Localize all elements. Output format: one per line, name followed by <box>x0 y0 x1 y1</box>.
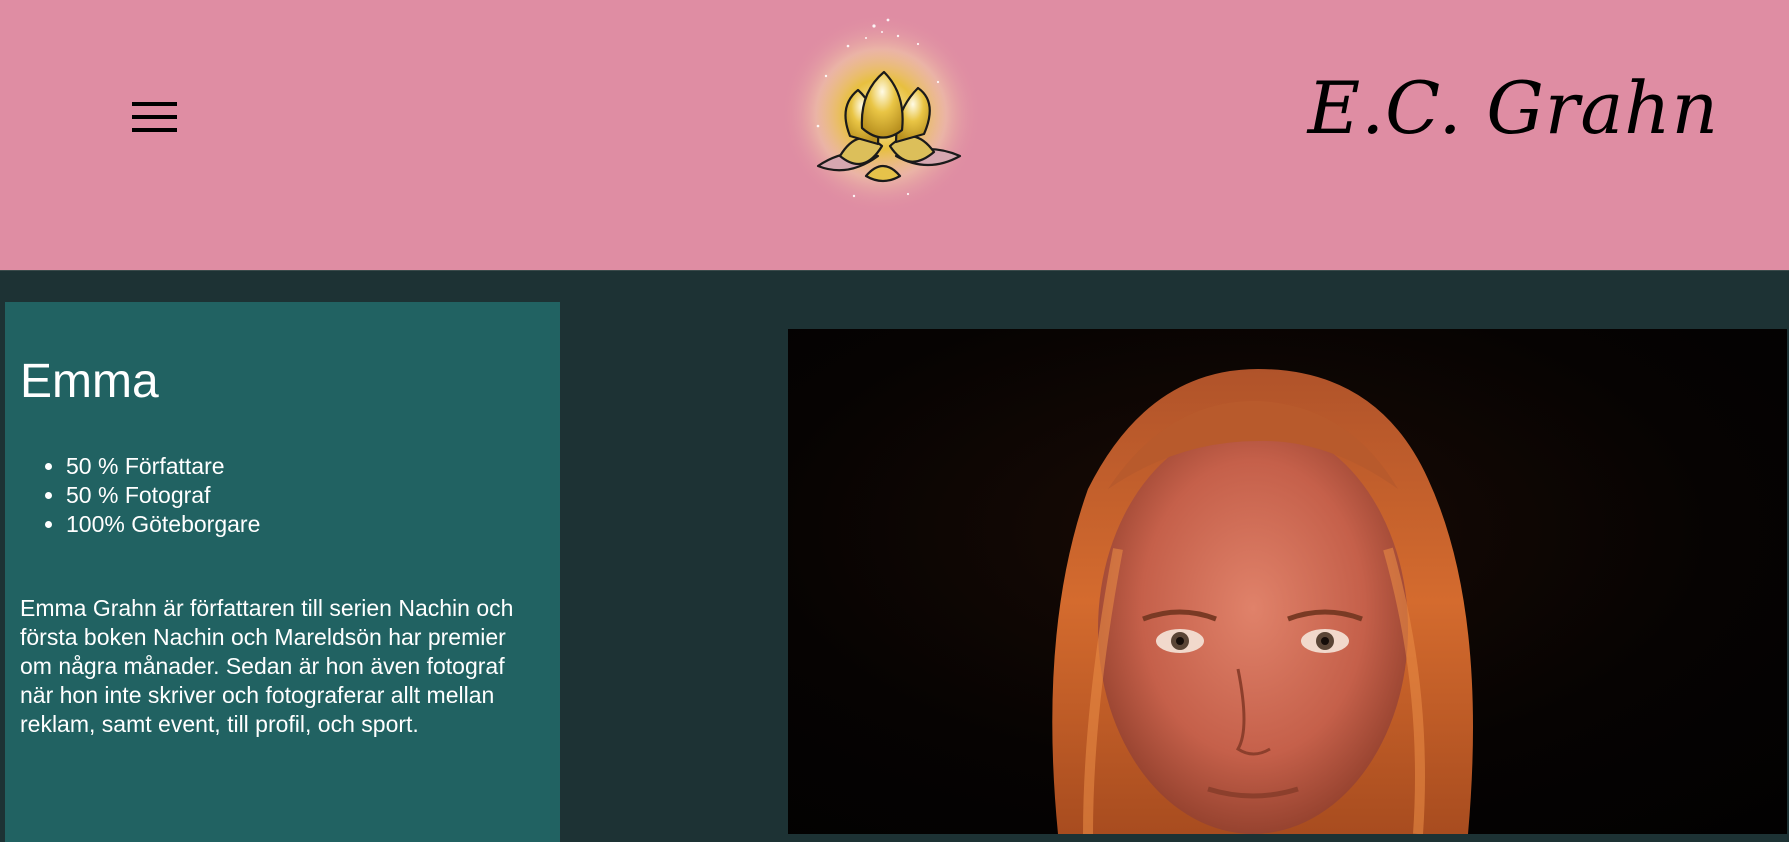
lotus-flower-icon <box>781 14 981 214</box>
lotus-logo[interactable] <box>778 6 988 216</box>
about-panel: Emma 50 % Författare 50 % Fotograf 100% … <box>5 302 560 842</box>
trait-item: 50 % Författare <box>66 452 260 481</box>
traits-list: 50 % Författare 50 % Fotograf 100% Göteb… <box>20 452 260 539</box>
portrait-photo <box>788 329 1787 834</box>
trait-item: 100% Göteborgare <box>66 510 260 539</box>
menu-button[interactable] <box>120 90 190 144</box>
about-title: Emma <box>20 355 159 408</box>
brand-name[interactable]: E.C. Grahn <box>1308 72 1719 144</box>
bio-text: Emma Grahn är författaren till serien Na… <box>20 595 514 737</box>
trait-item: 50 % Fotograf <box>66 481 260 510</box>
portrait-image <box>788 329 1787 834</box>
site-header: E.C. Grahn <box>0 0 1789 271</box>
